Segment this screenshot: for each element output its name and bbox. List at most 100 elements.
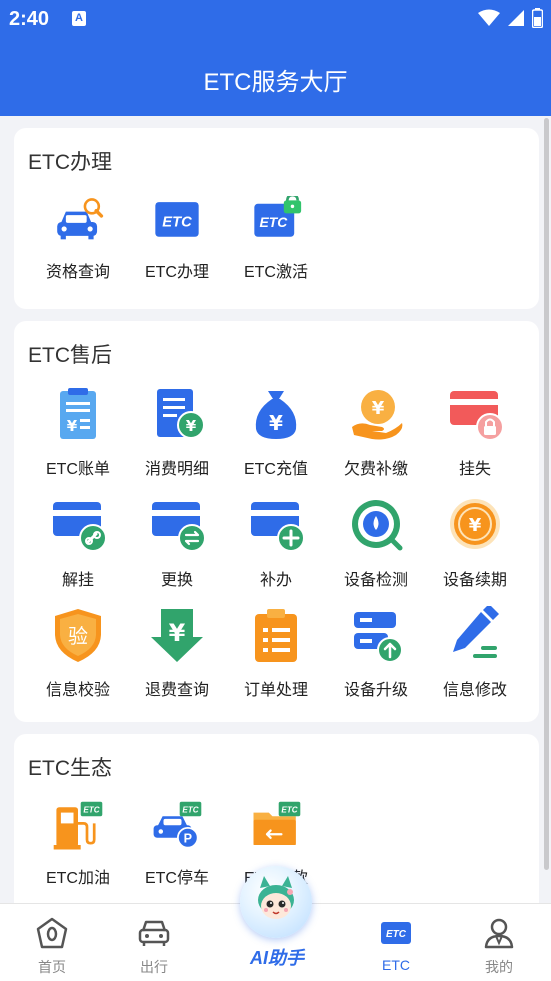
tab-label: 首页: [38, 959, 66, 975]
svg-text:¥: ¥: [269, 411, 283, 435]
service-label: 挂失: [458, 461, 491, 478]
service-label: 补办: [259, 572, 292, 589]
svg-text:验: 验: [68, 624, 88, 648]
shield-verify-icon: 验: [55, 609, 101, 662]
service-label: 信息校验: [45, 682, 110, 699]
service-replace[interactable]: 更换: [127, 496, 227, 590]
card-unlink-icon: [53, 502, 107, 552]
etc-tab-icon: ETC: [381, 922, 411, 944]
service-device-upgrade[interactable]: 设备升级: [326, 606, 426, 700]
tab-travel[interactable]: 出行: [104, 916, 204, 977]
svg-text:ETC: ETC: [83, 806, 99, 815]
ai-assistant-label[interactable]: AI助手: [232, 944, 322, 970]
service-label: ETC办理: [144, 264, 209, 281]
service-label: 设备升级: [343, 682, 408, 699]
svg-text:¥: ¥: [67, 417, 78, 435]
service-report-loss[interactable]: 挂失: [425, 385, 525, 479]
service-device-renew[interactable]: ¥ 设备续期: [425, 496, 525, 590]
service-label: 设备检测: [343, 572, 408, 589]
edit-pen-icon: [453, 606, 499, 658]
wifi-icon: [478, 9, 500, 26]
tab-label: ETC: [382, 957, 410, 973]
service-label: ETC停车: [144, 870, 209, 887]
service-label: 信息修改: [442, 682, 507, 699]
service-order-processing[interactable]: 订单处理: [226, 606, 326, 700]
service-label: 更换: [160, 572, 193, 589]
service-etc-bill[interactable]: ¥ ETC账单: [28, 385, 128, 479]
svg-text:ETC: ETC: [162, 214, 192, 230]
scrollbar[interactable]: [544, 118, 549, 870]
service-label: 退费查询: [144, 682, 209, 699]
payment-icon: ETC: [253, 801, 301, 845]
svg-text:¥: ¥: [186, 417, 197, 435]
money-bag-icon: ¥: [255, 391, 297, 439]
service-label: ETC账单: [45, 461, 110, 478]
card-add-icon: [251, 502, 305, 552]
notification-icon: A: [72, 11, 86, 26]
service-label: 消费明细: [144, 461, 209, 478]
tab-home[interactable]: 首页: [2, 916, 102, 977]
fuel-icon: ETC: [53, 801, 103, 850]
svg-text:ETC: ETC: [260, 214, 289, 230]
etc-card-icon: ETC: [155, 202, 199, 237]
tab-mine[interactable]: 我的: [449, 916, 549, 977]
service-label: 订单处理: [243, 682, 308, 699]
ai-assistant-button[interactable]: [240, 866, 312, 938]
svg-text:¥: ¥: [169, 619, 186, 647]
service-label: 解挂: [61, 572, 94, 589]
etc-unlock-icon: ETC: [254, 196, 302, 237]
tab-etc[interactable]: ETC ETC: [346, 916, 446, 973]
device-renew-icon: ¥: [450, 499, 500, 549]
status-time: 2:40: [9, 8, 50, 30]
service-refund-query[interactable]: ¥ 退费查询: [127, 606, 227, 700]
svg-text:¥: ¥: [372, 398, 385, 419]
battery-icon: [532, 8, 543, 28]
car-search-icon: [57, 198, 104, 240]
service-info-verify[interactable]: 验 信息校验: [28, 606, 128, 700]
status-icons: [478, 8, 543, 28]
app-header: 2:40 A ETC服务大厅: [0, 0, 551, 116]
device-upgrade-icon: [354, 612, 403, 663]
parking-icon: P ETC: [153, 801, 202, 849]
service-etc-activate[interactable]: ETC ETC激活: [226, 196, 326, 282]
refund-icon: ¥: [151, 609, 203, 662]
page-title: ETC服务大厅: [203, 69, 348, 96]
service-info-edit[interactable]: 信息修改: [425, 606, 525, 700]
service-qualification-query[interactable]: 资格查询: [28, 196, 128, 282]
section-etc-apply: ETC办理 资格查询 ETC ETC办理 ETC ETC激活: [14, 128, 539, 309]
service-label: ETC加油: [45, 870, 110, 887]
coin-hand-icon: ¥: [352, 390, 403, 440]
car-icon: [138, 920, 170, 946]
signal-icon: [508, 10, 524, 26]
service-label: ETC充值: [243, 461, 308, 478]
svg-text:ETC: ETC: [386, 929, 407, 940]
svg-text:ETC: ETC: [182, 806, 198, 815]
ai-assistant-icon: [258, 876, 294, 919]
status-bar: 2:40 A: [0, 0, 551, 38]
card-lock-icon: [450, 391, 504, 441]
home-icon: [36, 917, 68, 949]
clipboard-icon: [255, 609, 297, 662]
service-device-check[interactable]: 设备检测: [326, 496, 426, 590]
user-icon: [484, 918, 514, 949]
service-etc-apply[interactable]: ETC ETC办理: [127, 196, 227, 282]
tab-label: 出行: [140, 959, 168, 975]
service-reissue[interactable]: 补办: [226, 496, 326, 590]
service-etc-fuel[interactable]: ETC ETC加油: [28, 800, 128, 888]
section-title: ETC售后: [28, 344, 112, 367]
service-arrears-payment[interactable]: ¥ 欠费补缴: [326, 385, 426, 479]
section-etc-after-sales: ETC售后 ¥ ETC账单 ¥ 消费明细 ¥ ETC充值 ¥ 欠费补缴 挂失 解…: [14, 321, 539, 722]
section-title: ETC办理: [28, 151, 112, 174]
svg-text:P: P: [184, 831, 192, 845]
service-etc-recharge[interactable]: ¥ ETC充值: [226, 385, 326, 479]
section-title: ETC生态: [28, 757, 112, 780]
device-check-icon: [352, 500, 403, 551]
service-unfreeze[interactable]: 解挂: [28, 496, 128, 590]
service-label: 欠费补缴: [343, 461, 408, 478]
service-etc-parking[interactable]: P ETC ETC停车: [127, 800, 227, 888]
service-label: 资格查询: [45, 264, 110, 281]
svg-text:ETC: ETC: [281, 806, 297, 815]
service-label: ETC激活: [243, 264, 308, 281]
service-consumption-detail[interactable]: ¥ 消费明细: [127, 385, 227, 479]
bill-icon: ¥: [60, 388, 96, 439]
